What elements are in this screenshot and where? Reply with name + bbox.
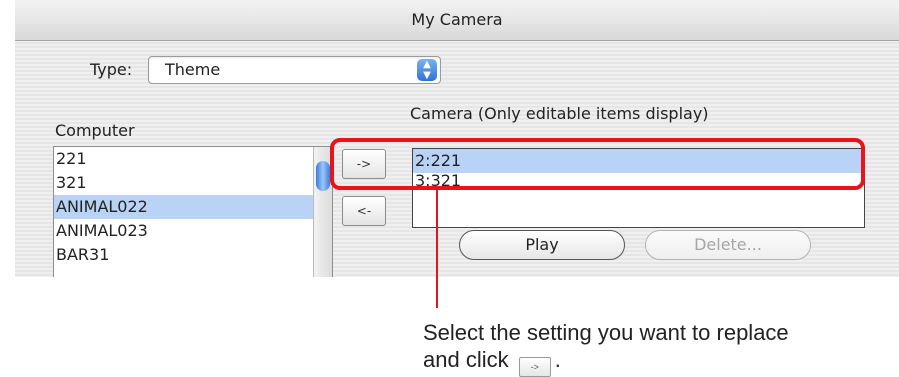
type-select[interactable]: Theme ▲ ▼ [148, 56, 441, 84]
instruction-suffix: . [554, 347, 561, 372]
type-select-value: Theme [165, 60, 221, 79]
highlight-box [330, 138, 865, 190]
computer-list[interactable]: 221 321 ANIMAL022 ANIMAL023 BAR31 [53, 146, 333, 277]
select-arrows-icon: ▲ ▼ [417, 59, 437, 81]
delete-button: Delete... [645, 230, 811, 260]
computer-list-item[interactable]: 221 [54, 147, 316, 171]
computer-list-item[interactable]: 321 [54, 171, 316, 195]
instruction-prefix: and click [423, 347, 509, 372]
move-to-computer-button[interactable]: <- [342, 196, 386, 226]
computer-list-item[interactable]: BAR31 [54, 243, 316, 267]
camera-list-label: Camera (Only editable items display) [410, 104, 709, 123]
arrow-key-icon: -> [518, 357, 551, 377]
instruction-line-2: and click ->. [423, 346, 893, 377]
instruction-text: Select the setting you want to replace a… [423, 319, 893, 377]
type-label: Type: [90, 60, 133, 79]
computer-list-item-selected[interactable]: ANIMAL022 [54, 195, 316, 219]
callout-line [436, 190, 438, 308]
window-title: My Camera [15, 0, 899, 41]
scrollbar-thumb[interactable] [316, 161, 330, 191]
computer-list-item[interactable]: ANIMAL023 [54, 219, 316, 243]
computer-list-label: Computer [55, 121, 135, 140]
play-button[interactable]: Play [459, 230, 625, 260]
instruction-line-1: Select the setting you want to replace [423, 320, 789, 345]
